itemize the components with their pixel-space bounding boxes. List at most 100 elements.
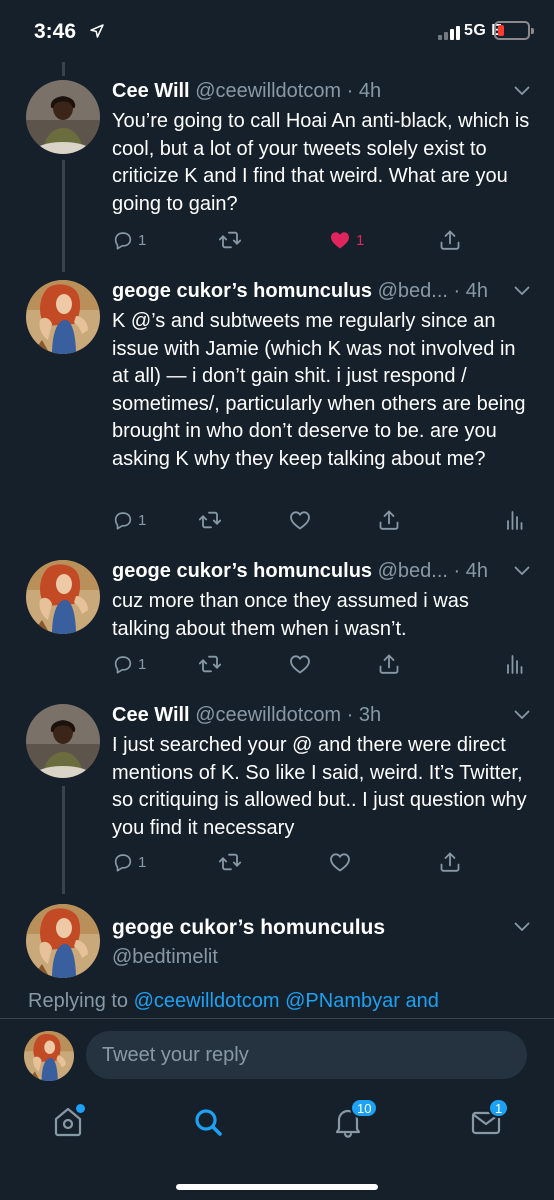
reply-count: 1 [138, 853, 147, 871]
tweet-text: You’re going to call Hoai An anti-black,… [112, 110, 530, 215]
tweet-header: Cee Will @ceewilldotcom · 3h [112, 704, 381, 727]
tweet-time: 4h [465, 280, 488, 302]
like-button[interactable] [288, 508, 312, 532]
mention-link[interactable]: @PNambyar [285, 990, 400, 1012]
share-button[interactable] [438, 228, 462, 252]
chevron-down-icon[interactable] [514, 566, 530, 576]
share-icon [377, 652, 401, 676]
tweet-time: 4h [358, 80, 382, 102]
analytics-button[interactable] [502, 508, 526, 532]
reply-button[interactable]: 1 [112, 850, 146, 874]
tab-search[interactable] [188, 1102, 236, 1142]
signal-strength-icon [438, 26, 460, 40]
author-handle[interactable]: @bed... [378, 280, 448, 302]
share-button[interactable] [377, 508, 401, 532]
tweet-actions: 1 [112, 652, 542, 676]
retweet-button[interactable] [198, 652, 222, 676]
like-button[interactable] [328, 850, 352, 874]
battery-icon [494, 21, 534, 40]
reply-icon [112, 509, 134, 531]
share-icon [377, 508, 401, 532]
author-handle[interactable]: @ceewilldotcom [195, 80, 341, 102]
author-name[interactable]: geoge cukor’s homunculus [112, 916, 385, 940]
share-icon [438, 228, 462, 252]
tab-home[interactable] [48, 1102, 96, 1142]
tweet-text: K @’s and subtweets me regularly since a… [112, 310, 526, 470]
tweet-actions: 1 [112, 508, 542, 532]
reply-button[interactable]: 1 [112, 508, 146, 532]
chevron-down-icon[interactable] [514, 710, 530, 720]
reply-icon [112, 229, 134, 251]
author-name[interactable]: geoge cukor’s homunculus [112, 560, 372, 582]
analytics-button[interactable] [502, 652, 526, 676]
tweet[interactable]: Cee Will @ceewilldotcom · 4h You’re goin… [0, 80, 554, 260]
author-handle[interactable]: @bedtimelit [112, 946, 218, 969]
reply-count: 1 [138, 655, 147, 673]
replying-to-prefix: Replying to [28, 990, 129, 1012]
tweet-header: geoge cukor’s homunculus @bed... · 4h [112, 280, 488, 303]
heart-icon [288, 652, 312, 676]
share-icon [438, 850, 462, 874]
like-count: 1 [356, 231, 365, 249]
analytics-icon [502, 508, 526, 532]
retweet-button[interactable] [198, 508, 222, 532]
separator-dot: · [447, 280, 466, 302]
replying-to-more[interactable]: and [405, 990, 438, 1012]
heart-icon [288, 508, 312, 532]
tweet[interactable]: geoge cukor’s homunculus @bed... · 4h K … [0, 280, 554, 540]
search-icon [195, 1109, 222, 1136]
retweet-icon [218, 228, 242, 252]
tweet-actions: 1 1 [112, 228, 542, 252]
avatar[interactable] [26, 704, 100, 778]
mention-link[interactable]: @ceewilldotcom [134, 990, 280, 1012]
home-indicator[interactable] [176, 1184, 378, 1190]
reply-input[interactable]: Tweet your reply [86, 1031, 527, 1079]
retweet-icon [198, 652, 222, 676]
reply-icon [112, 653, 134, 675]
retweet-button[interactable] [218, 228, 242, 252]
status-bar: 3:46 5G E [0, 0, 554, 62]
chevron-down-icon[interactable] [514, 286, 530, 296]
author-name[interactable]: Cee Will [112, 704, 190, 726]
reply-icon [112, 851, 134, 873]
avatar[interactable] [24, 1031, 74, 1081]
tab-messages[interactable]: 1 [466, 1098, 514, 1142]
messages-badge: 1 [488, 1098, 510, 1118]
heart-icon [328, 228, 352, 252]
tweet-actions: 1 [112, 850, 542, 874]
reply-count: 1 [138, 231, 147, 249]
separator-dot: · [341, 80, 359, 102]
tweet-time: 4h [465, 560, 488, 582]
share-button[interactable] [377, 652, 401, 676]
reply-button[interactable]: 1 [112, 652, 146, 676]
author-handle[interactable]: @ceewilldotcom [195, 704, 341, 726]
tweet[interactable]: Cee Will @ceewilldotcom · 3h I just sear… [0, 704, 554, 874]
replying-to: Replying to @ceewilldotcom @PNambyar and [28, 990, 439, 1013]
tweet-time: 3h [358, 704, 382, 726]
location-arrow-icon [90, 24, 104, 38]
retweet-button[interactable] [218, 850, 242, 874]
like-button[interactable] [288, 652, 312, 676]
tweet-text: I just searched your @ and there were di… [112, 734, 527, 839]
tab-notifications[interactable]: 10 [328, 1098, 379, 1142]
focused-tweet[interactable]: geoge cukor’s homunculus @bedtimelit [0, 904, 554, 984]
chevron-down-icon[interactable] [514, 86, 530, 96]
unread-dot [76, 1104, 85, 1113]
tweet[interactable]: geoge cukor’s homunculus @bed... · 4h cu… [0, 560, 554, 680]
avatar[interactable] [26, 560, 100, 634]
share-button[interactable] [438, 850, 462, 874]
avatar[interactable] [26, 904, 100, 978]
status-time: 3:46 [34, 20, 77, 43]
author-name[interactable]: geoge cukor’s homunculus [112, 280, 372, 302]
author-handle[interactable]: @bed... [378, 560, 448, 582]
reply-button[interactable]: 1 [112, 228, 146, 252]
thread-line [62, 62, 65, 76]
avatar[interactable] [26, 280, 100, 354]
notifications-badge: 10 [350, 1098, 379, 1118]
chevron-down-icon[interactable] [514, 922, 530, 932]
like-button[interactable]: 1 [328, 228, 364, 252]
analytics-icon [502, 652, 526, 676]
reply-composer: Tweet your reply [0, 1018, 554, 1090]
avatar[interactable] [26, 80, 100, 154]
author-name[interactable]: Cee Will [112, 80, 190, 102]
